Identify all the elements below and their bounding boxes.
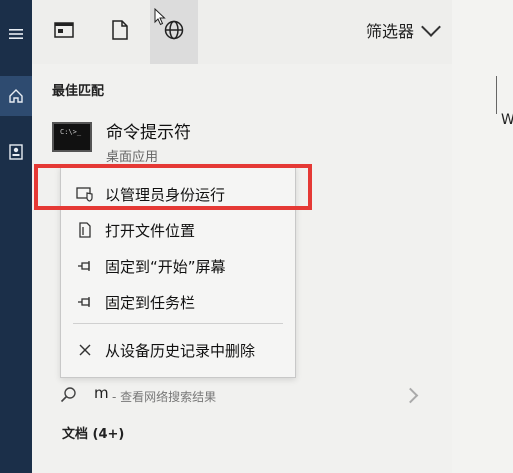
open-file-location-label: 打开文件位置 bbox=[105, 221, 196, 240]
profile-icon[interactable] bbox=[0, 132, 32, 172]
highlight-box bbox=[34, 164, 312, 210]
pin-to-taskbar-menu-item[interactable]: 固定到任务栏 bbox=[61, 285, 295, 319]
best-match-heading: 最佳匹配 bbox=[52, 84, 105, 99]
search-query: m bbox=[94, 384, 109, 402]
start-rail bbox=[0, 0, 32, 473]
background-window: W bbox=[452, 0, 513, 473]
background-line bbox=[496, 76, 497, 114]
web-search-hint: - 查看网络搜索结果 bbox=[112, 390, 217, 404]
window-icon bbox=[54, 22, 74, 42]
best-match-title: 命令提示符 bbox=[106, 123, 191, 143]
pin-icon bbox=[75, 256, 95, 276]
mouse-cursor-icon bbox=[154, 7, 166, 30]
filter-toolbar: 筛选器 bbox=[32, 0, 452, 64]
apps-filter-button[interactable] bbox=[44, 0, 84, 64]
pin-to-taskbar-label: 固定到任务栏 bbox=[105, 293, 196, 312]
menu-divider bbox=[73, 323, 283, 324]
close-icon bbox=[75, 340, 95, 360]
globe-icon bbox=[164, 20, 184, 44]
home-icon[interactable] bbox=[0, 76, 32, 116]
chevron-right-icon bbox=[402, 387, 419, 404]
remove-from-history-label: 从设备历史记录中删除 bbox=[105, 341, 256, 360]
best-match-subtitle: 桌面应用 bbox=[106, 150, 159, 165]
web-search-result[interactable]: m - 查看网络搜索结果 bbox=[32, 382, 452, 410]
command-prompt-icon-text: C:\>_ bbox=[60, 128, 82, 136]
documents-filter-button[interactable] bbox=[100, 0, 140, 64]
filter-label: 筛选器 bbox=[365, 22, 414, 41]
pin-to-start-label: 固定到“开始”屏幕 bbox=[105, 257, 226, 276]
filter-dropdown[interactable]: 筛选器 bbox=[365, 17, 441, 42]
chevron-down-icon bbox=[421, 17, 441, 37]
folder-location-icon bbox=[75, 220, 95, 240]
pin-icon bbox=[75, 292, 95, 312]
search-icon bbox=[60, 386, 80, 406]
open-file-location-menu-item[interactable]: 打开文件位置 bbox=[61, 213, 295, 247]
menu-icon[interactable] bbox=[0, 14, 32, 54]
pin-to-start-menu-item[interactable]: 固定到“开始”屏幕 bbox=[61, 249, 295, 283]
background-text: W bbox=[501, 112, 513, 128]
command-prompt-icon: C:\>_ bbox=[52, 122, 92, 152]
document-icon bbox=[112, 20, 128, 44]
documents-heading: 文档 (4+) bbox=[62, 427, 125, 442]
remove-from-history-menu-item[interactable]: 从设备历史记录中删除 bbox=[61, 333, 295, 367]
